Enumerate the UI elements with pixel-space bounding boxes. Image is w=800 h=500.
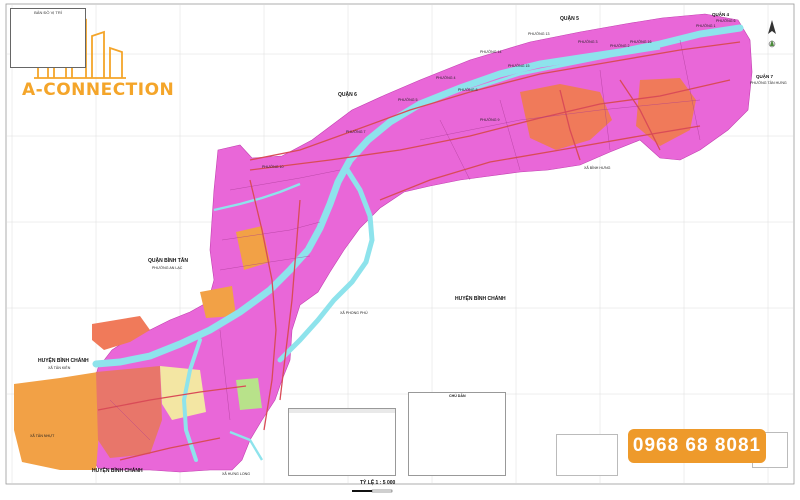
inset-title: BẢN ĐỒ VỊ TRÍ — [34, 10, 62, 15]
ward-label-5: PHƯỜNG 5 — [398, 98, 418, 102]
ward-label-15: PHƯỜNG 15 — [508, 64, 530, 68]
district-label-q6: QUẬN 6 — [338, 92, 357, 98]
ward-label-10: PHƯỜNG 10 — [262, 165, 284, 169]
subdistrict-label-tan-hung: PHƯỜNG TÂN HƯNG — [750, 81, 787, 85]
north-arrow-icon — [768, 20, 776, 48]
subdistrict-label-tan-kien: XÃ TÂN KIÊN — [48, 366, 71, 370]
ward-label-7: PHƯỜNG 7 — [346, 130, 366, 134]
ward-label-16: PHƯỜNG 16 — [630, 40, 652, 44]
ward-label-6: PHƯỜNG 6 — [716, 19, 736, 23]
subdistrict-label-binh-hung: XÃ BÌNH HƯNG — [584, 166, 611, 170]
district-label-binh-chanh-center: HUYỆN BÌNH CHÁNH — [455, 296, 506, 302]
ward-label-1: PHƯỜNG 1 — [696, 24, 716, 28]
planning-area-commercial[interactable] — [96, 366, 162, 458]
scale-bar — [352, 489, 393, 493]
phone-number-badge[interactable]: 0968 68 8081 — [628, 429, 766, 463]
legend-title: CHÚ DẪN — [449, 394, 466, 398]
legend-table-right: CHÚ DẪN — [408, 392, 506, 476]
planning-area-industrial[interactable] — [14, 372, 100, 470]
map-scale-label: TỶ LỆ 1 : 5 000 — [360, 480, 396, 486]
subdistrict-label-tan-nhut: XÃ TÂN NHỰT — [30, 434, 55, 438]
phone-number[interactable]: 0968 68 8081 — [633, 435, 761, 457]
district-label-q7: QUẬN 7 — [756, 74, 774, 79]
district-label-binh-chanh-bottom: HUYỆN BÌNH CHÁNH — [92, 468, 143, 474]
subdistrict-label-phong-phu: XÃ PHONG PHÚ — [340, 311, 368, 315]
subdistrict-label-an-lac: PHƯỜNG AN LẠC — [152, 266, 183, 270]
ward-label-8: PHƯỜNG 8 — [458, 88, 478, 92]
brand-logo-text: A-CONNECTION — [22, 80, 175, 100]
ward-label-4: PHƯỜNG 4 — [436, 76, 456, 80]
district-label-binh-tan: QUẬN BÌNH TÂN — [148, 258, 188, 264]
ward-label-9: PHƯỜNG 9 — [480, 118, 500, 122]
planning-area-green[interactable] — [236, 378, 262, 410]
ward-label-3: PHƯỜNG 3 — [578, 40, 598, 44]
legend-header — [289, 409, 395, 413]
ward-label-2: PHƯỜNG 2 — [610, 44, 630, 48]
ward-label-14: PHƯỜNG 14 — [480, 50, 502, 54]
ward-label-13: PHƯỜNG 13 — [528, 32, 550, 36]
legend-table-left — [288, 408, 396, 476]
pie-chart-panel — [556, 434, 618, 476]
location-inset: BẢN ĐỒ VỊ TRÍ — [10, 8, 86, 68]
subdistrict-label-hung-long: XÃ HƯNG LONG — [222, 472, 251, 476]
district-label-q5: QUẬN 5 — [560, 16, 579, 22]
district-label-q4: QUẬN 4 — [712, 12, 730, 17]
map-canvas[interactable] — [0, 0, 800, 500]
planning-area-industrial[interactable] — [200, 286, 236, 318]
district-label-binh-chanh-left: HUYỆN BÌNH CHÁNH — [38, 358, 89, 364]
